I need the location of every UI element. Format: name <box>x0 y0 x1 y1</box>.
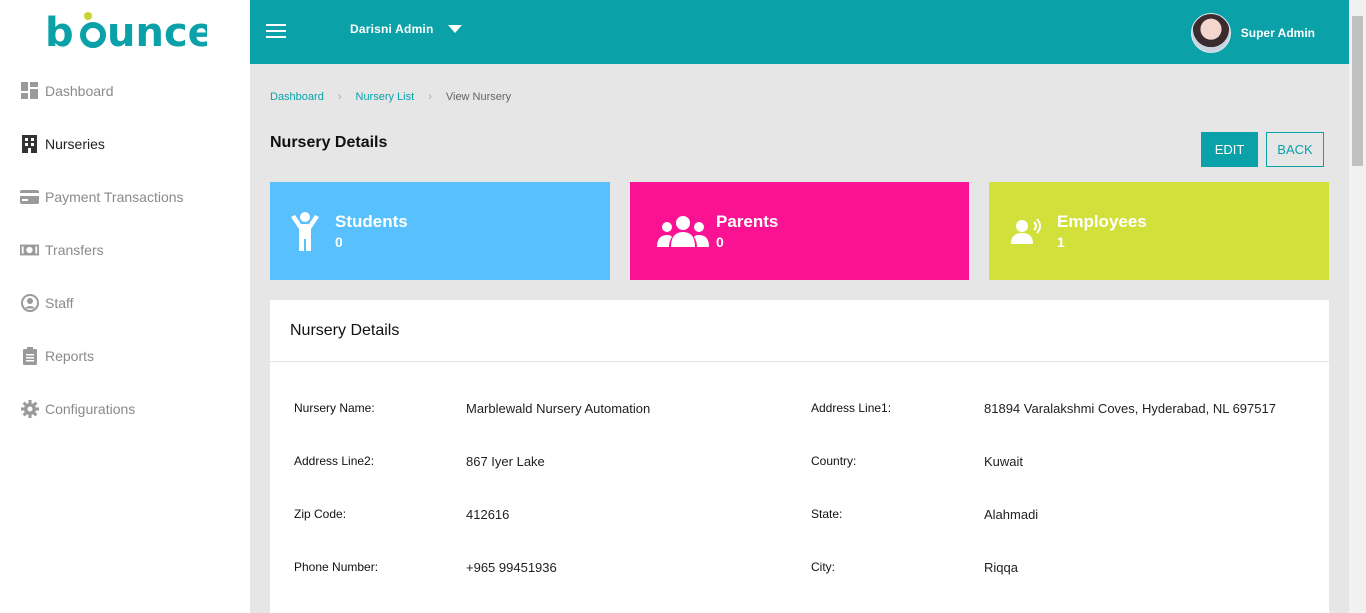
scrollbar-thumb[interactable] <box>1352 16 1363 166</box>
students-stat-card[interactable]: Students 0 <box>270 182 610 280</box>
chevron-right-icon: › <box>337 91 342 103</box>
students-stat-value: 0 <box>335 234 343 250</box>
detail-row: Address Line2: 867 Iyer Lake Country: Ku… <box>270 454 1329 474</box>
sidebar-nav: Dashboard Nurseries Payment Transactions… <box>0 64 250 435</box>
detail-row: Nursery Name: Marblewald Nursery Automat… <box>270 401 1329 421</box>
clipboard-icon <box>20 346 39 365</box>
nursery-details-card: Nursery Details Nursery Name: Marblewald… <box>270 300 1329 613</box>
parents-stat-value: 0 <box>716 234 724 250</box>
breadcrumb-current: View Nursery <box>445 91 512 103</box>
sidebar-item-label: Reports <box>45 347 95 364</box>
hamburger-menu-icon[interactable] <box>266 24 286 40</box>
breadcrumb-dashboard[interactable]: Dashboard <box>270 91 324 103</box>
chevron-right-icon: › <box>428 91 432 103</box>
user-voice-icon <box>997 218 1057 244</box>
breadcrumb: Dashboard › Nursery List › View Nursery <box>270 91 511 103</box>
card-title: Nursery Details <box>270 300 1329 362</box>
sidebar-item-transfers[interactable]: Transfers <box>0 223 250 276</box>
employees-stat-card[interactable]: Employees 1 <box>989 182 1329 280</box>
svg-text:b: b <box>45 10 74 54</box>
user-menu[interactable]: Super Admin <box>1190 13 1315 53</box>
user-name: Super Admin <box>1240 26 1315 40</box>
sidebar-item-label: Staff <box>45 294 74 311</box>
sidebar-item-label: Dashboard <box>45 82 114 99</box>
field-value: Marblewald Nursery Automation <box>466 401 651 416</box>
parents-stat-card[interactable]: Parents 0 <box>630 182 969 280</box>
field-label: Country: <box>811 454 857 468</box>
sidebar-item-nurseries[interactable]: Nurseries <box>0 117 250 170</box>
svg-text:unce: unce <box>107 10 207 54</box>
admin-selector-label: Darisni Admin <box>350 22 434 36</box>
dashboard-icon <box>20 81 39 100</box>
field-label: Nursery Name: <box>294 401 375 415</box>
field-value: Riqqa <box>984 560 1018 575</box>
sidebar: b unce Dashboard Nurseries Payment Trans… <box>0 0 250 613</box>
user-circle-icon <box>20 293 39 312</box>
parents-stat-title: Parents <box>716 212 779 231</box>
field-value: 867 Iyer Lake <box>466 454 545 469</box>
sidebar-item-label: Nurseries <box>45 135 105 152</box>
field-label: Address Line1: <box>811 401 892 415</box>
field-label: State: <box>811 507 843 521</box>
top-bar: Darisni Admin Super Admin <box>250 0 1349 64</box>
field-value: +965 99451936 <box>466 560 557 575</box>
sidebar-item-label: Payment Transactions <box>45 188 184 205</box>
employees-stat-title: Employees <box>1057 212 1147 231</box>
caret-down-icon <box>447 25 462 33</box>
page-scrollbar[interactable] <box>1349 0 1366 613</box>
credit-card-icon <box>20 187 39 206</box>
avatar <box>1190 13 1231 53</box>
sidebar-item-dashboard[interactable]: Dashboard <box>0 64 250 117</box>
field-value: Alahmadi <box>984 507 1039 522</box>
building-icon <box>20 134 39 153</box>
child-icon <box>275 211 335 251</box>
employees-stat-value: 1 <box>1057 234 1065 250</box>
users-group-icon <box>650 215 716 247</box>
field-value: Kuwait <box>984 454 1024 469</box>
field-value: 81894 Varalakshmi Coves, Hyderabad, NL 6… <box>984 401 1276 416</box>
field-label: Address Line2: <box>294 454 375 468</box>
sidebar-item-configurations[interactable]: Configurations <box>0 382 250 435</box>
sidebar-item-payment-transactions[interactable]: Payment Transactions <box>0 170 250 223</box>
sidebar-item-reports[interactable]: Reports <box>0 329 250 382</box>
field-value: 412616 <box>466 507 510 522</box>
field-label: Zip Code: <box>294 507 347 521</box>
admin-selector-dropdown[interactable]: Darisni Admin <box>350 22 462 36</box>
sidebar-item-label: Configurations <box>45 400 136 417</box>
detail-row: Phone Number: +965 99451936 City: Riqqa <box>270 560 1329 580</box>
bounce-logo[interactable]: b unce <box>0 0 250 64</box>
sidebar-item-staff[interactable]: Staff <box>0 276 250 329</box>
field-label: Phone Number: <box>294 560 379 574</box>
gear-icon <box>20 399 39 418</box>
detail-row: Zip Code: 412616 State: Alahmadi <box>270 507 1329 527</box>
page-title: Nursery Details <box>270 134 388 151</box>
money-icon <box>20 240 39 259</box>
students-stat-title: Students <box>335 212 408 231</box>
back-button[interactable]: BACK <box>1266 132 1324 167</box>
breadcrumb-nursery-list[interactable]: Nursery List <box>356 91 415 103</box>
sidebar-item-label: Transfers <box>45 241 104 258</box>
logo-icon: b unce <box>45 10 207 54</box>
field-label: City: <box>811 560 835 574</box>
edit-button[interactable]: EDIT <box>1201 132 1258 167</box>
